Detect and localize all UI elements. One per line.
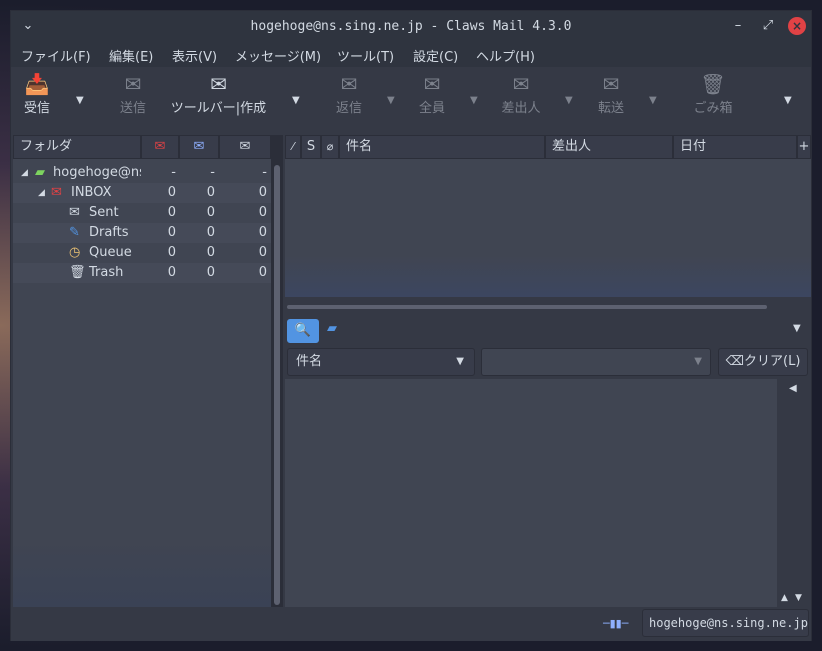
menu-edit[interactable]: 編集(E) bbox=[109, 46, 153, 65]
attachment-icon: ⌀ bbox=[326, 140, 334, 153]
reply-sender-button[interactable]: ✉ 差出人 bbox=[499, 71, 543, 116]
maximize-icon[interactable]: ⤢ bbox=[759, 17, 777, 35]
menu-view[interactable]: 表示(V) bbox=[172, 46, 217, 65]
forward-dropdown[interactable]: ▼ bbox=[649, 95, 657, 106]
scroll-up-icon[interactable]: ▲ bbox=[781, 593, 788, 603]
sent-icon: ✉ bbox=[69, 205, 80, 220]
expand-arrow-icon: ◢ bbox=[38, 188, 45, 198]
menu-tools[interactable]: ツール(T) bbox=[337, 46, 394, 65]
new-mail-icon: ✉ bbox=[154, 139, 166, 154]
mail-icon: ✉ bbox=[239, 139, 251, 154]
account-row[interactable]: ◢ ▰ hogehoge@ns - - - bbox=[13, 163, 271, 183]
add-column-icon[interactable]: + bbox=[797, 135, 811, 159]
toolbar: 📥 受信 ▼ ✉ 送信 ✉ ツールバー|作成 ▼ ✉ 返信 ▼ ✉ 全員 ▼ ✉ 差出人 ▼… bbox=[11, 67, 811, 133]
title-bar: ⌄ hogehoge@ns.sing.ne.jp - Claws Mail 4.… bbox=[11, 11, 811, 43]
message-list[interactable] bbox=[285, 159, 811, 297]
folder-row-queue[interactable]: ◷ Queue 0 0 0 bbox=[13, 243, 271, 263]
queue-icon: ◷ bbox=[69, 245, 81, 260]
reply-dropdown[interactable]: ▼ bbox=[387, 95, 395, 106]
receive-dropdown[interactable]: ▼ bbox=[76, 95, 84, 106]
search-field-select[interactable]: 件名 ▼ bbox=[287, 348, 475, 376]
chevron-down-icon: ▼ bbox=[456, 356, 464, 367]
menu-bar: ファイル(F) 編集(E) 表示(V) メッセージ(M) ツール(T) 設定(C… bbox=[11, 43, 811, 67]
online-status-icon[interactable]: ─▮▮─ bbox=[603, 617, 628, 630]
subject-column-header[interactable]: 件名 bbox=[339, 135, 545, 159]
clear-button[interactable]: ⌫クリア(L) bbox=[718, 348, 808, 376]
reply-all-button[interactable]: ✉ 全員 bbox=[416, 71, 448, 116]
status-bar: ─▮▮─ hogehoge@ns.sing.ne.jp bbox=[11, 607, 811, 641]
reply-sender-dropdown[interactable]: ▼ bbox=[565, 95, 573, 106]
compose-icon: ✉ bbox=[210, 72, 227, 96]
search-icon: 🔍 bbox=[294, 323, 312, 338]
unread-column-header[interactable]: ✉ bbox=[179, 135, 219, 159]
forward-icon: ✉ bbox=[602, 72, 620, 96]
account-selector-button[interactable]: hogehoge@ns.sing.ne.jp bbox=[642, 609, 809, 637]
receive-button[interactable]: 📥 受信 bbox=[21, 71, 53, 116]
minimize-icon[interactable]: – bbox=[729, 17, 747, 35]
send-icon: ✉ bbox=[124, 72, 142, 96]
menu-file[interactable]: ファイル(F) bbox=[21, 46, 91, 65]
search-input[interactable]: ▼ bbox=[481, 348, 711, 376]
message-view[interactable] bbox=[285, 379, 777, 607]
from-column-header[interactable]: 差出人 bbox=[545, 135, 673, 159]
scroll-down-icon[interactable]: ▼ bbox=[795, 593, 802, 603]
menu-message[interactable]: メッセージ(M) bbox=[235, 46, 321, 65]
message-list-hscroll-thumb[interactable] bbox=[287, 305, 767, 309]
reply-icon: ✉ bbox=[340, 72, 358, 96]
date-column-header[interactable]: 日付 bbox=[673, 135, 797, 159]
folder-column-header[interactable]: フォルダ bbox=[13, 135, 141, 159]
drafts-icon: ✎ bbox=[69, 225, 80, 240]
forward-button[interactable]: ✉ 転送 bbox=[595, 71, 627, 116]
clear-icon: ⌫ bbox=[725, 354, 744, 369]
reply-button[interactable]: ✉ 返信 bbox=[333, 71, 365, 116]
search-toggle-button[interactable]: 🔍 bbox=[287, 319, 319, 343]
search-history-dropdown[interactable]: ▼ bbox=[694, 349, 702, 375]
main-window: ⌄ hogehoge@ns.sing.ne.jp - Claws Mail 4.… bbox=[10, 10, 812, 641]
trash-button[interactable]: 🗑 ごみ箱 bbox=[691, 71, 735, 116]
status-column-header[interactable]: S bbox=[301, 135, 321, 159]
compose-dropdown[interactable]: ▼ bbox=[292, 95, 300, 106]
reply-sender-icon: ✉ bbox=[512, 72, 530, 96]
folder-scrollbar[interactable] bbox=[271, 135, 283, 607]
expand-arrow-icon: ◢ bbox=[21, 168, 28, 178]
folder-row-sent[interactable]: ✉ Sent 0 0 0 bbox=[13, 203, 271, 223]
receive-icon: 📥 bbox=[24, 72, 50, 96]
trash-folder-icon: 🗑 bbox=[69, 265, 86, 280]
collapse-arrow-icon[interactable]: ◀ bbox=[789, 383, 797, 394]
reply-all-dropdown[interactable]: ▼ bbox=[470, 95, 478, 106]
search-panel-dropdown[interactable]: ▼ bbox=[793, 323, 801, 334]
menu-config[interactable]: 設定(C) bbox=[413, 46, 458, 65]
inbox-icon: ✉ bbox=[51, 185, 62, 200]
message-list-hscroll[interactable] bbox=[285, 301, 811, 311]
total-column-header[interactable]: ✉ bbox=[219, 135, 271, 159]
trash-icon: 🗑 bbox=[700, 72, 726, 96]
folder-search-icon[interactable]: ▰ bbox=[327, 321, 337, 336]
unread-mail-icon: ✉ bbox=[193, 139, 205, 154]
folder-row-trash[interactable]: 🗑 Trash 0 0 0 bbox=[13, 263, 271, 283]
send-button[interactable]: ✉ 送信 bbox=[117, 71, 149, 116]
folder-scrollbar-thumb[interactable] bbox=[274, 165, 280, 605]
quick-search-bar: 🔍 ▰ ▼ bbox=[285, 317, 811, 345]
message-view-sidebar: ◀ ▲ ▼ bbox=[777, 379, 811, 607]
close-icon[interactable]: × bbox=[788, 17, 806, 35]
reply-all-icon: ✉ bbox=[423, 72, 441, 96]
attachment-column-header[interactable]: ⌀ bbox=[321, 135, 339, 159]
folder-row-inbox[interactable]: ◢ ✉ INBOX 0 0 0 bbox=[13, 183, 271, 203]
folder-row-drafts[interactable]: ✎ Drafts 0 0 0 bbox=[13, 223, 271, 243]
toolbar-overflow[interactable]: ▼ bbox=[784, 95, 792, 106]
mark-column-header[interactable]: ⁄ bbox=[285, 135, 301, 159]
folder-tree: ◢ ▰ hogehoge@ns - - - ◢ ✉ INBOX 0 0 0 ✉ … bbox=[13, 159, 271, 607]
menu-help[interactable]: ヘルプ(H) bbox=[476, 46, 535, 65]
window-title: hogehoge@ns.sing.ne.jp - Claws Mail 4.3.… bbox=[250, 19, 572, 34]
new-column-header[interactable]: ✉ bbox=[141, 135, 179, 159]
compose-button[interactable]: ✉ ツールバー|作成 bbox=[166, 71, 271, 116]
account-folder-icon: ▰ bbox=[35, 165, 45, 180]
